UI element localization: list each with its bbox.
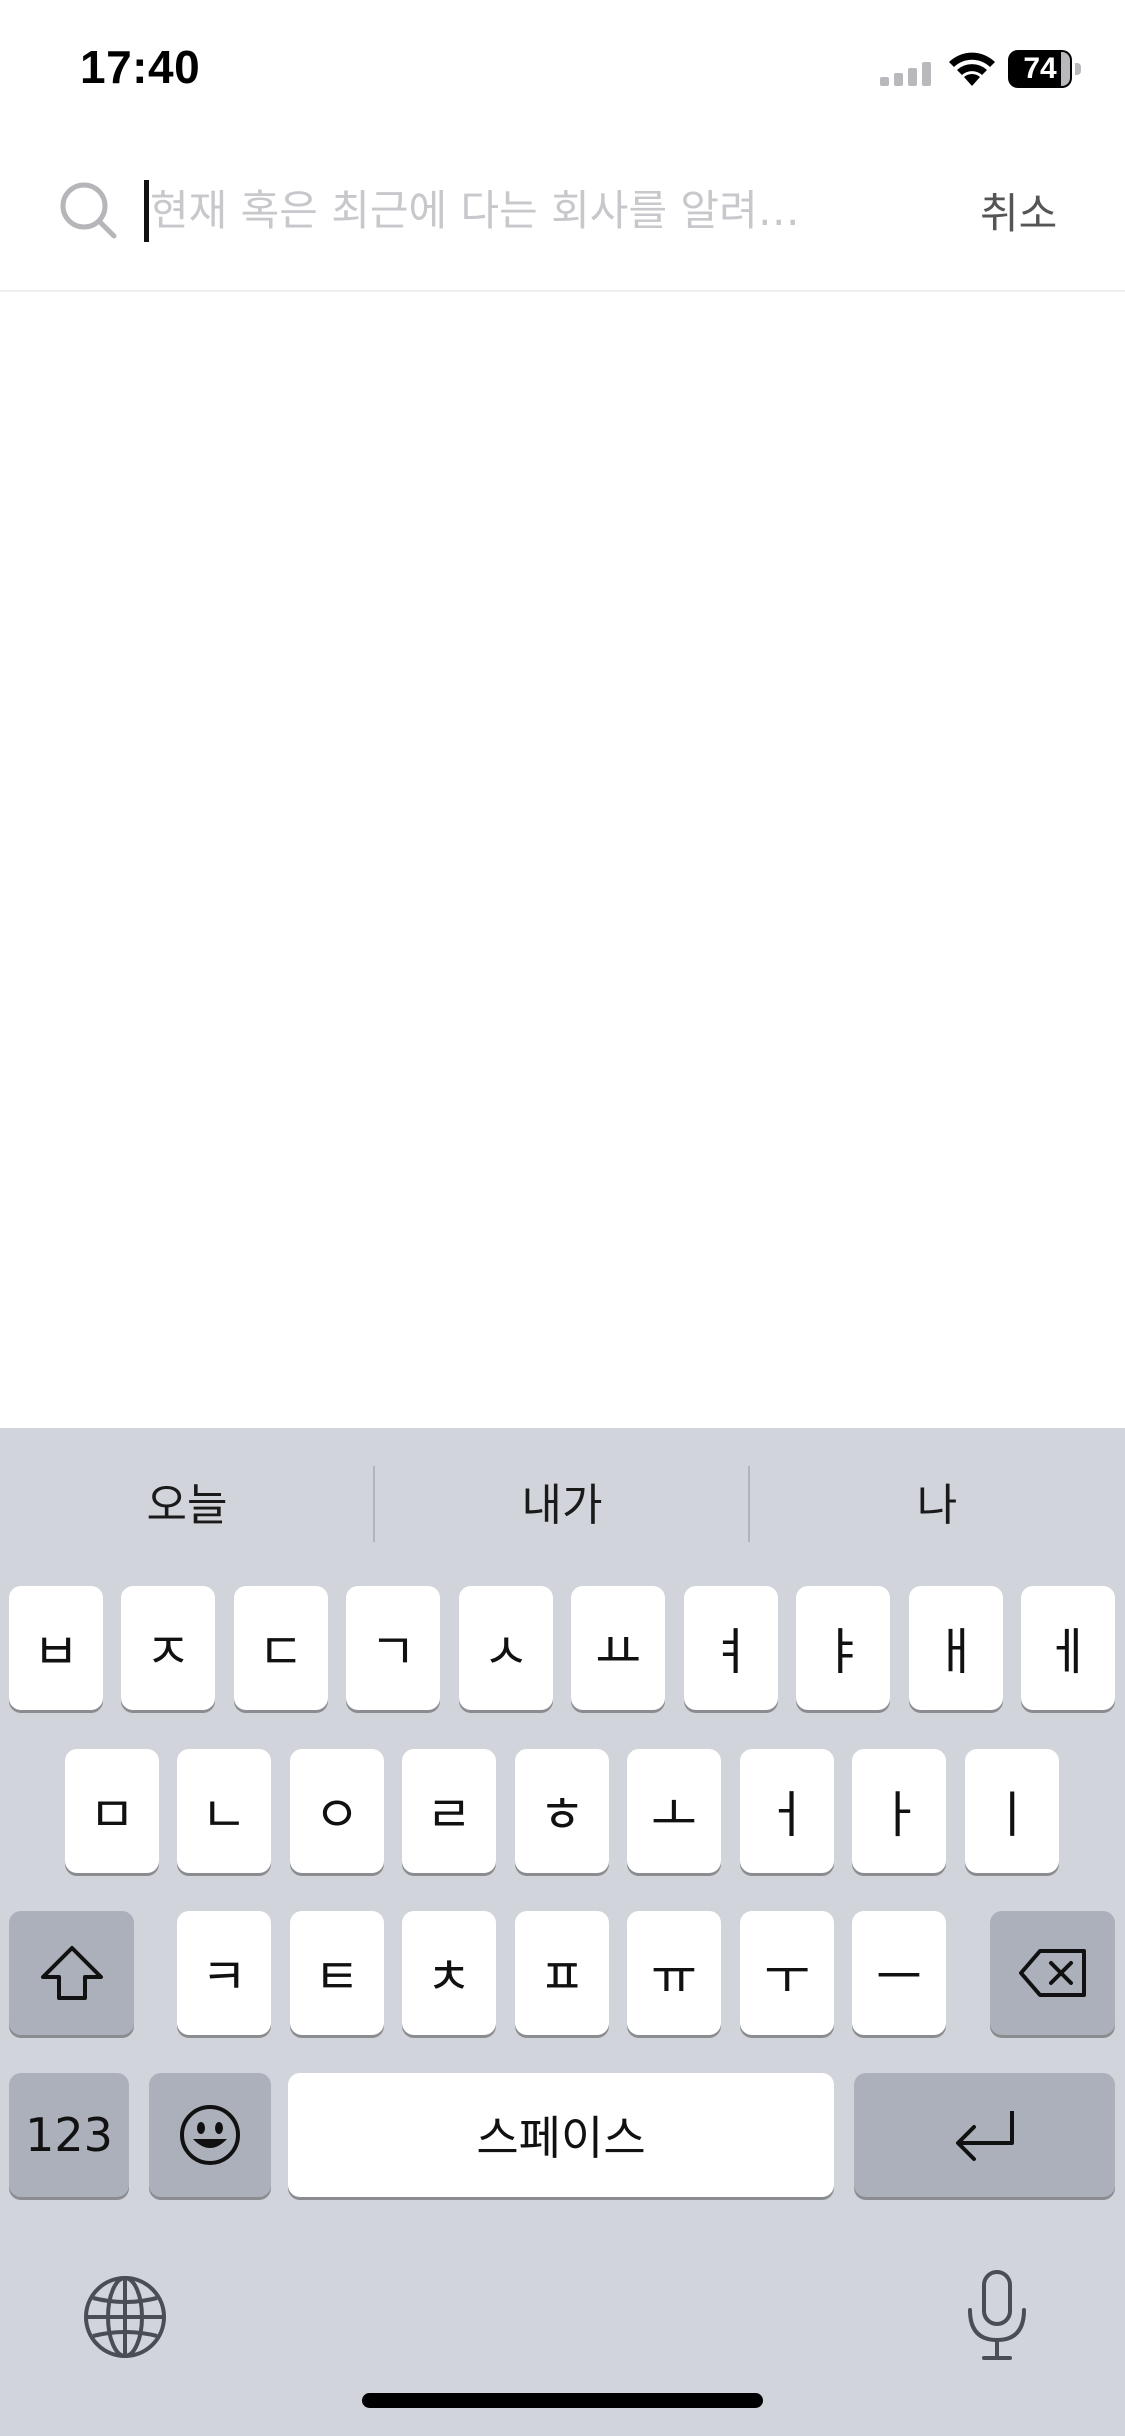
key-j[interactable]: ㅈ — [121, 1586, 215, 1710]
key-yu[interactable]: ㅠ — [627, 1911, 721, 2035]
key-yo[interactable]: ㅛ — [571, 1586, 665, 1710]
cancel-button[interactable]: 취소 — [980, 180, 1057, 241]
shift-icon — [40, 1946, 103, 2000]
key-n[interactable]: ㄴ — [177, 1749, 271, 1873]
signal-icon — [880, 62, 931, 86]
key-ng[interactable]: ㅇ — [290, 1749, 384, 1873]
shift-key[interactable] — [9, 1911, 134, 2035]
space-key[interactable]: 스페이스 — [288, 2073, 834, 2197]
key-d[interactable]: ㄷ — [234, 1586, 328, 1710]
key-p[interactable]: ㅍ — [515, 1911, 609, 2035]
search-input[interactable] — [150, 170, 850, 250]
key-ae[interactable]: ㅐ — [909, 1586, 1003, 1710]
key-ch[interactable]: ㅊ — [402, 1911, 496, 2035]
key-r[interactable]: ㄹ — [402, 1749, 496, 1873]
suggestion-bar: 오늘 내가 나 — [0, 1428, 1125, 1578]
suggestion-2[interactable]: 내가 — [375, 1466, 749, 1546]
key-o[interactable]: ㅗ — [627, 1749, 721, 1873]
key-t[interactable]: ㅌ — [290, 1911, 384, 2035]
search-icon — [60, 182, 117, 239]
wifi-icon — [949, 52, 995, 86]
key-m[interactable]: ㅁ — [65, 1749, 159, 1873]
emoji-key[interactable] — [149, 2073, 271, 2197]
return-icon — [955, 2111, 1014, 2161]
key-b[interactable]: ㅂ — [9, 1586, 103, 1710]
emoji-icon — [180, 2105, 240, 2165]
search-header: 취소 — [0, 140, 1125, 292]
home-indicator — [362, 2393, 763, 2408]
suggestion-1[interactable]: 오늘 — [0, 1466, 374, 1546]
backspace-icon — [1018, 1949, 1086, 1997]
suggestion-3[interactable]: 나 — [750, 1466, 1124, 1546]
status-time: 17:40 — [80, 41, 201, 93]
key-g[interactable]: ㄱ — [346, 1586, 440, 1710]
key-h[interactable]: ㅎ — [515, 1749, 609, 1873]
battery-nub — [1075, 63, 1081, 75]
key-eo[interactable]: ㅓ — [740, 1749, 834, 1873]
key-ya[interactable]: ㅑ — [796, 1586, 890, 1710]
key-s[interactable]: ㅅ — [459, 1586, 553, 1710]
battery-icon: 74 — [1008, 50, 1084, 88]
key-e[interactable]: ㅔ — [1021, 1586, 1115, 1710]
key-u[interactable]: ㅜ — [740, 1911, 834, 2035]
key-k[interactable]: ㅋ — [177, 1911, 271, 2035]
key-a[interactable]: ㅏ — [852, 1749, 946, 1873]
battery-empty — [1061, 52, 1070, 86]
status-bar: 17:40 74 — [0, 0, 1125, 140]
return-key[interactable] — [854, 2073, 1115, 2197]
backspace-key[interactable] — [990, 1911, 1115, 2035]
key-i[interactable]: ㅣ — [965, 1749, 1059, 1873]
key-yeo[interactable]: ㅕ — [684, 1586, 778, 1710]
numbers-key[interactable]: 123 — [9, 2073, 129, 2197]
text-cursor — [144, 180, 149, 242]
key-eu[interactable]: ㅡ — [852, 1911, 946, 2035]
microphone-icon[interactable] — [962, 2268, 1032, 2364]
globe-icon[interactable] — [82, 2274, 168, 2360]
